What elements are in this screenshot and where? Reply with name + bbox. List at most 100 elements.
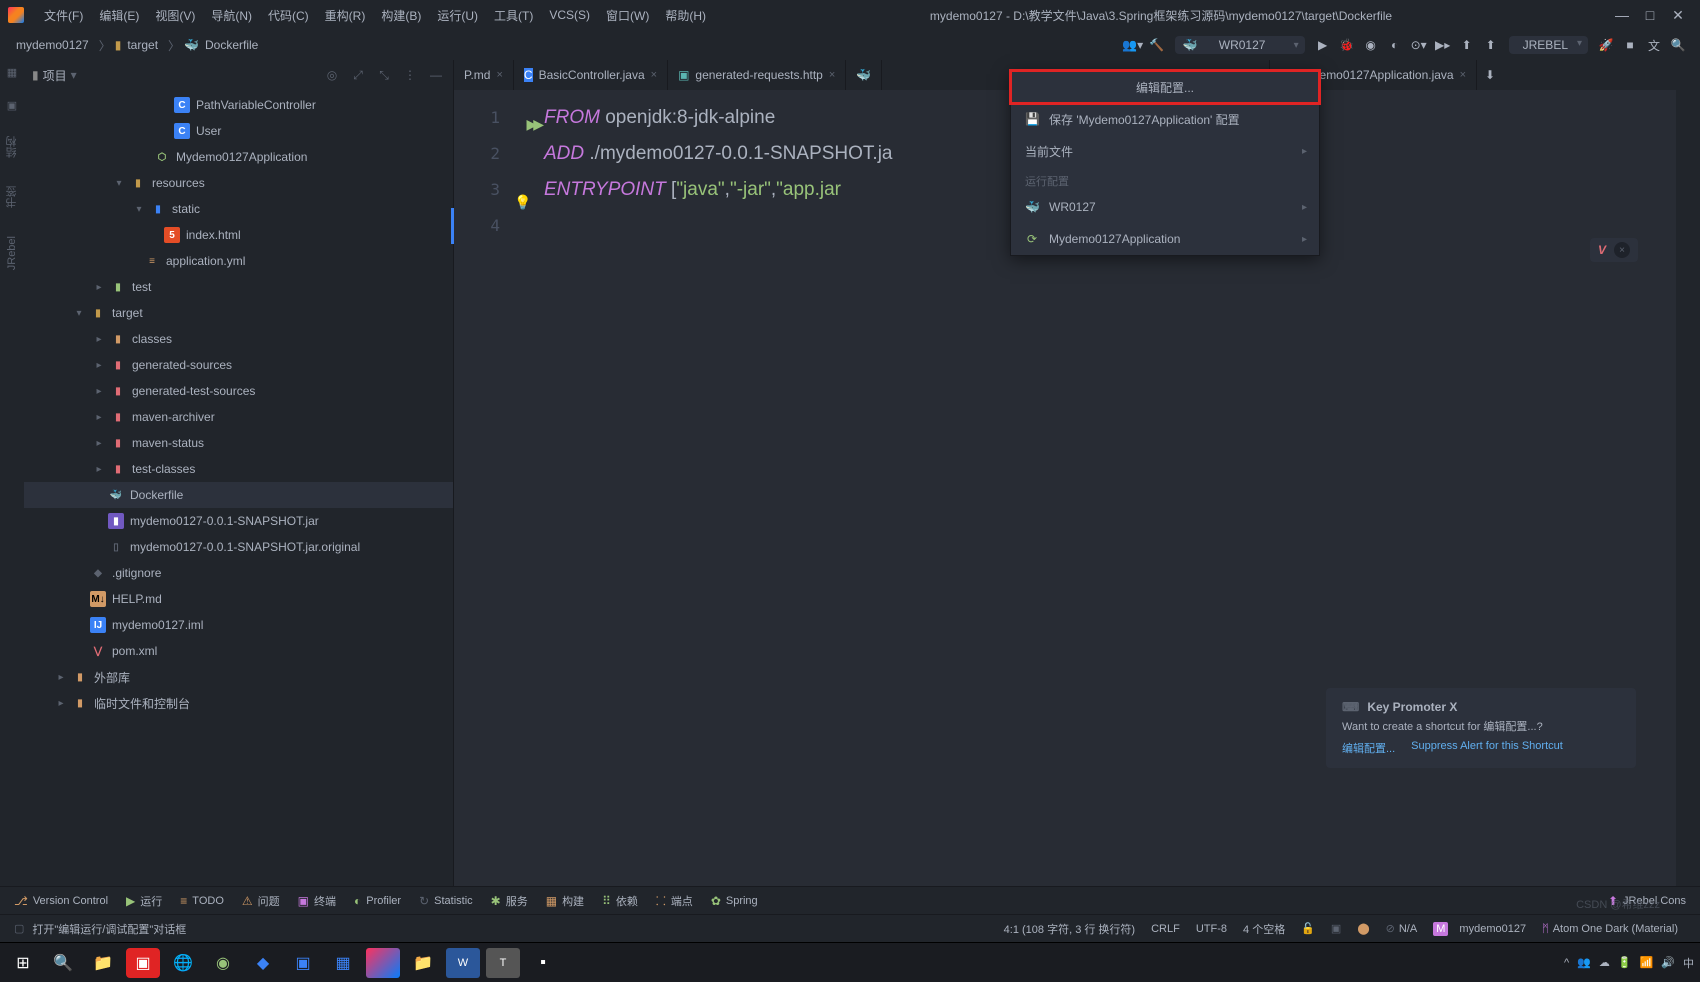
build-icon[interactable]: 🔨 [1145,33,1169,57]
tool-endpoints[interactable]: ⸬端点 [656,892,693,909]
notification-link-suppress[interactable]: Suppress Alert for this Shortcut [1411,740,1563,756]
tree-item[interactable]: ▮mydemo0127-0.0.1-SNAPSHOT.jar [24,508,453,534]
tree-item-dockerfile[interactable]: 🐳Dockerfile [24,482,453,508]
maximize-icon[interactable]: □ [1636,7,1664,23]
close-icon[interactable]: ✕ [1664,7,1692,24]
status-encoding[interactable]: UTF-8 [1188,923,1235,935]
tab-hidden[interactable]: 🐳 [846,60,882,90]
app-red-icon[interactable]: ▣ [126,948,160,978]
intellij-icon[interactable] [366,948,400,978]
tree-item[interactable]: ▸▮generated-sources [24,352,453,378]
menu-refactor[interactable]: 重构(R) [317,7,374,24]
tree-item[interactable]: CPathVariableController [24,92,453,118]
rocket-icon[interactable]: 🚀 [1594,33,1618,57]
collapse-icon[interactable]: ⤡ [375,68,393,83]
tool-todo[interactable]: ≡TODO [180,894,224,908]
tree-item[interactable]: ▸▮test [24,274,453,300]
jrebel-stripe[interactable]: JRebel [6,232,18,274]
stop-icon[interactable]: ■ [1618,33,1642,57]
menu-view[interactable]: 视图(V) [147,7,203,24]
explorer2-icon[interactable]: 📁 [406,948,440,978]
tree-item[interactable]: 5index.html [24,222,453,248]
system-tray[interactable]: ^ 👥 ☁ 🔋 📶 🔊 中 [1564,955,1694,971]
tool-statistic[interactable]: ↻Statistic [419,894,473,908]
tray-people-icon[interactable]: 👥 [1577,956,1591,969]
word-icon[interactable]: W [446,948,480,978]
project-tree[interactable]: CPathVariableController CUser ⬡Mydemo012… [24,90,453,886]
tab-help-md[interactable]: P.md× [454,60,514,90]
code-with-me-icon[interactable]: 👥▾ [1121,33,1145,57]
tree-item[interactable]: ▸▮maven-status [24,430,453,456]
jrebel-run-icon[interactable]: ⬆ [1455,33,1479,57]
tool-window-icon[interactable]: ▢ [14,922,24,935]
tool-dependencies[interactable]: ⠿依赖 [602,893,638,909]
tree-item[interactable]: ▾▮resources [24,170,453,196]
tool-terminal[interactable]: ▣终端 [298,893,336,909]
status-line-sep[interactable]: CRLF [1143,923,1188,935]
project-view-selector[interactable]: ▮ 项目 ▾ [32,67,77,84]
menu-run[interactable]: 运行(U) [429,7,486,24]
menu-edit[interactable]: 编辑(E) [91,7,147,24]
intention-bulb-icon[interactable]: 💡 [514,194,531,211]
breadcrumb-file[interactable]: Dockerfile [199,38,264,52]
status-indent[interactable]: 4 个空格 [1235,921,1293,937]
tray-battery-icon[interactable]: 🔋 [1618,956,1632,969]
explorer-icon[interactable]: 📁 [86,948,120,978]
tree-item[interactable]: ◆.gitignore [24,560,453,586]
close-icon[interactable]: × [829,69,835,81]
status-notify-icon[interactable]: ⬤ [1349,922,1377,935]
tool-version-control[interactable]: ⎇Version Control [14,894,108,908]
terminal-icon[interactable]: ▪ [526,948,560,978]
tray-ime-icon[interactable]: 中 [1683,955,1694,971]
close-icon[interactable]: × [1614,242,1630,258]
settings-icon[interactable]: ⋮ [401,68,419,82]
status-position[interactable]: 4:1 (108 字符, 3 行 换行符) [996,921,1143,937]
run-gutter-icon[interactable]: ▶▶ [526,106,540,142]
menu-save-config[interactable]: 💾保存 'Mydemo0127Application' 配置 [1011,103,1319,135]
close-icon[interactable]: × [496,69,502,81]
tree-item[interactable]: ▸▮外部库 [24,664,453,690]
menu-current-file[interactable]: 当前文件▸ [1011,135,1319,167]
tool-services[interactable]: ✱服务 [491,893,528,909]
bookmark-stripe[interactable]: 书签 [4,182,20,212]
coverage-icon[interactable]: ◉ [1359,33,1383,57]
run-icon[interactable]: ▶ [1311,33,1335,57]
bookmarks-stripe-icon[interactable]: ▣ [7,99,17,112]
menu-code[interactable]: 代码(C) [260,7,317,24]
menu-tools[interactable]: 工具(T) [486,7,541,24]
close-icon[interactable]: × [1460,69,1466,81]
status-theme[interactable]: ᛗ Atom One Dark (Material) [1534,923,1686,935]
app-blue-icon[interactable]: ▣ [286,948,320,978]
attach-icon[interactable]: ▶▸ [1431,33,1455,57]
tool-run[interactable]: ▶运行 [126,893,162,909]
profile-icon[interactable]: ◐ [1383,33,1407,57]
tree-item[interactable]: ▸▮classes [24,326,453,352]
tool-spring[interactable]: ✿Spring [711,894,758,908]
more-run-icon[interactable]: ⊙▾ [1407,33,1431,57]
menu-edit-configurations[interactable]: 编辑配置... [1011,71,1319,103]
menu-build[interactable]: 构建(B) [373,7,429,24]
tree-item[interactable]: CUser [24,118,453,144]
tree-item[interactable]: ▯mydemo0127-0.0.1-SNAPSHOT.jar.original [24,534,453,560]
tree-item[interactable]: IJmydemo0127.iml [24,612,453,638]
tree-item[interactable]: ≡application.yml [24,248,453,274]
notification-link-edit[interactable]: 编辑配置... [1342,740,1395,756]
tool-problems[interactable]: ⚠问题 [242,893,280,909]
tree-item[interactable]: ▸▮generated-test-sources [24,378,453,404]
menu-navigate[interactable]: 导航(N) [203,7,260,24]
debug-icon[interactable]: 🐞 [1335,33,1359,57]
jrebel-debug-icon[interactable]: ⬆ [1479,33,1503,57]
project-stripe-icon[interactable]: ▦ [7,66,17,79]
tree-item[interactable]: M↓HELP.md [24,586,453,612]
menu-vcs[interactable]: VCS(S) [541,8,598,22]
menu-file[interactable]: 文件(F) [36,7,91,24]
tree-item[interactable]: ⬡Mydemo0127Application [24,144,453,170]
translate-icon[interactable]: 文 [1642,33,1666,57]
tool-profiler[interactable]: ◐Profiler [354,894,401,908]
minimize-icon[interactable]: — [1608,7,1636,23]
vmware-icon[interactable]: ▦ [326,948,360,978]
tree-item[interactable]: ▸▮临时文件和控制台 [24,690,453,716]
tray-wifi-icon[interactable]: 📶 [1640,956,1654,969]
vscode-icon[interactable]: ◆ [246,948,280,978]
tray-cloud-icon[interactable]: ☁ [1599,956,1610,969]
